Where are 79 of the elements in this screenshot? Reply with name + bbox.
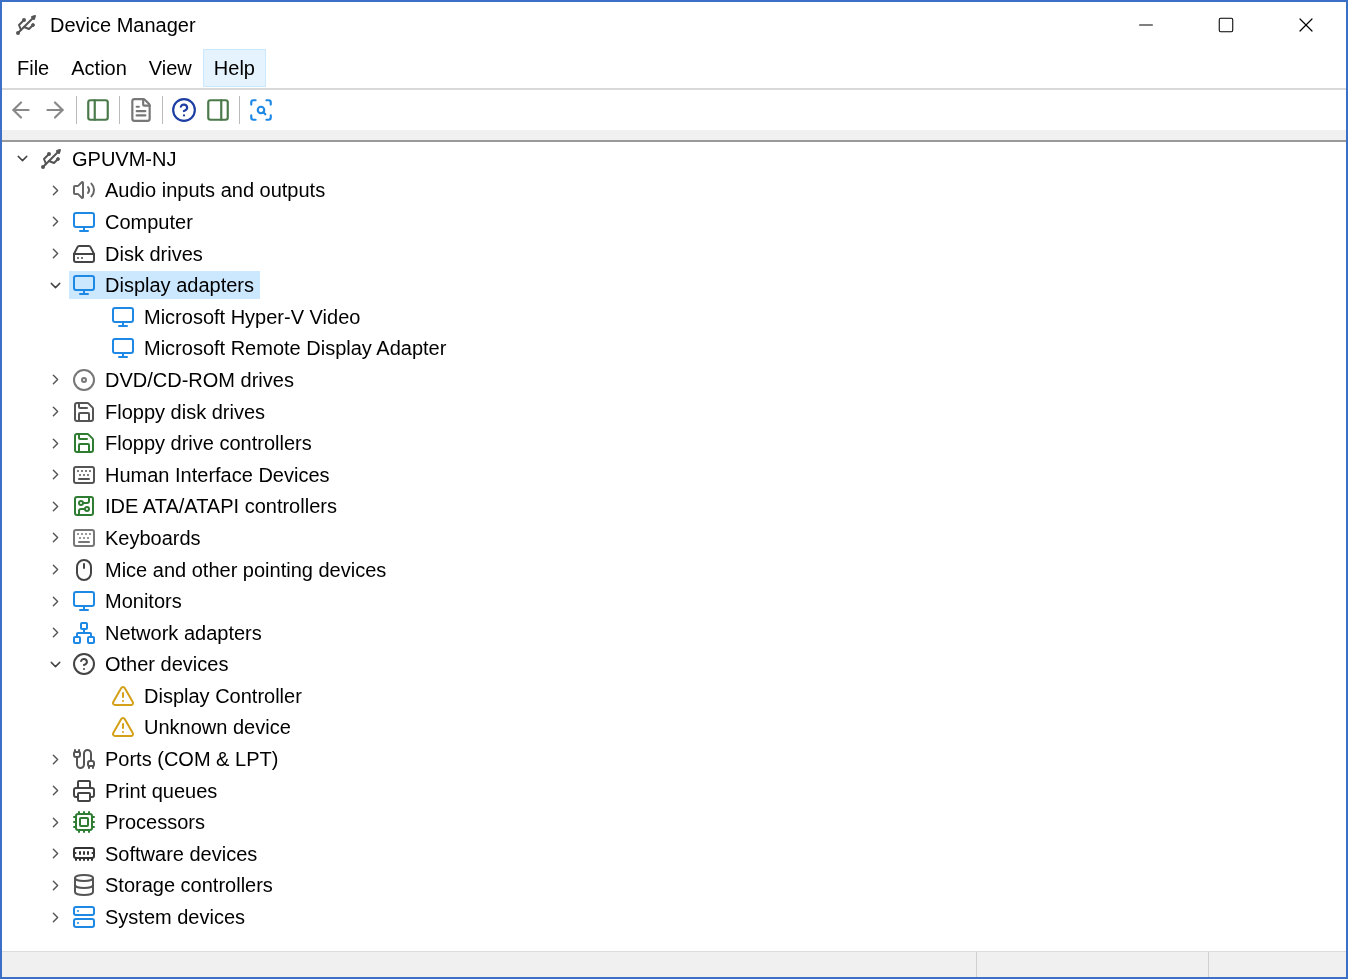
- warning-icon: [111, 683, 135, 708]
- window-title: Device Manager: [50, 13, 196, 38]
- tree-item[interactable]: Storage controllers: [69, 871, 279, 900]
- tree-item-label: Human Interface Devices: [105, 462, 330, 488]
- menu-item[interactable]: View: [137, 49, 203, 87]
- tree-item-label: System devices: [105, 905, 246, 931]
- tree-item-label: Network adapters: [105, 620, 262, 646]
- tree-item[interactable]: Monitors: [69, 587, 188, 616]
- tree-item[interactable]: Display Controller: [108, 681, 308, 710]
- floppy-icon: [72, 431, 96, 456]
- tree-item[interactable]: IDE ATA/ATAPI controllers: [69, 492, 343, 521]
- scan-hardware-button[interactable]: [248, 97, 274, 123]
- floppy-icon: [72, 399, 96, 424]
- tree-item-label: Audio inputs and outputs: [105, 178, 326, 204]
- tree-item-label: GPUVM-NJ: [72, 146, 177, 172]
- properties-button[interactable]: [128, 97, 154, 123]
- tree-item-label: Ports (COM & LPT): [105, 747, 279, 773]
- tree-item[interactable]: Print queues: [69, 776, 224, 805]
- help-button[interactable]: [171, 97, 197, 123]
- tree-item-label: Print queues: [105, 778, 218, 804]
- menu-item[interactable]: File: [6, 49, 61, 87]
- tree-item[interactable]: Processors: [69, 808, 212, 837]
- tree-item[interactable]: DVD/CD-ROM drives: [69, 365, 300, 394]
- disc-icon: [72, 367, 96, 392]
- tree-item-label: Software devices: [105, 841, 258, 867]
- tree-item[interactable]: Display adapters: [69, 271, 260, 300]
- monitor-icon: [72, 589, 96, 614]
- question-icon: [72, 652, 96, 677]
- tree-item[interactable]: Software devices: [69, 839, 264, 868]
- monitor-icon: [111, 336, 135, 361]
- tree-item-label: Floppy drive controllers: [105, 431, 312, 457]
- tree-item[interactable]: GPUVM-NJ: [36, 144, 183, 173]
- tree-item[interactable]: Unknown device: [108, 713, 297, 742]
- tree-item[interactable]: Floppy disk drives: [69, 397, 272, 426]
- tree-item-label: Display adapters: [105, 273, 254, 299]
- tree-item-label: Display Controller: [144, 683, 302, 709]
- tree-item[interactable]: Microsoft Hyper-V Video: [108, 302, 367, 331]
- tree-item[interactable]: Microsoft Remote Display Adapter: [108, 334, 453, 363]
- tree-item[interactable]: Keyboards: [69, 523, 207, 552]
- tree-item-label: Microsoft Hyper-V Video: [144, 304, 361, 330]
- network-icon: [72, 620, 96, 645]
- show-hide-tree-button[interactable]: [85, 97, 111, 123]
- tree-item-label: Storage controllers: [105, 873, 273, 899]
- tree-item-label: Floppy disk drives: [105, 399, 266, 425]
- tree-item-label: Mice and other pointing devices: [105, 557, 387, 583]
- tree-item-label: DVD/CD-ROM drives: [105, 367, 294, 393]
- tree-item[interactable]: Floppy drive controllers: [69, 429, 318, 458]
- circuit-board-icon: [72, 494, 96, 519]
- tree-item-label: Disk drives: [105, 241, 203, 267]
- storage-icon: [72, 873, 96, 898]
- monitor-icon: [111, 304, 135, 329]
- menu-item[interactable]: Action: [60, 49, 138, 87]
- tree-item[interactable]: Disk drives: [69, 239, 209, 268]
- tree-item-label: Monitors: [105, 589, 182, 615]
- tree-item-label: IDE ATA/ATAPI controllers: [105, 494, 337, 520]
- warning-icon: [111, 715, 135, 740]
- tree-item-label: Processors: [105, 810, 206, 836]
- tree-item[interactable]: Mice and other pointing devices: [69, 555, 393, 584]
- tree-item[interactable]: System devices: [69, 903, 252, 932]
- tree-item-label: Microsoft Remote Display Adapter: [144, 336, 447, 362]
- plug-icon: [72, 747, 96, 772]
- maximize-icon[interactable]: [1217, 16, 1235, 34]
- tree-item[interactable]: Network adapters: [69, 618, 268, 647]
- tree-item[interactable]: Audio inputs and outputs: [69, 176, 332, 205]
- tree-item-label: Other devices: [105, 652, 229, 678]
- printer-icon: [72, 778, 96, 803]
- chip-icon: [72, 810, 96, 835]
- menu-item[interactable]: Help: [202, 49, 266, 87]
- show-action-pane-button[interactable]: [205, 97, 231, 123]
- monitor-icon: [72, 273, 96, 298]
- tree-item[interactable]: Ports (COM & LPT): [69, 745, 285, 774]
- tree-item-label: Keyboards: [105, 525, 201, 551]
- tree-item-label: Computer: [105, 210, 193, 235]
- app-icon: [14, 13, 38, 37]
- tree-item[interactable]: Human Interface Devices: [69, 460, 336, 489]
- tree-item[interactable]: Computer: [69, 208, 199, 236]
- monitor-icon: [72, 210, 96, 234]
- tree-item-label: Unknown device: [144, 715, 291, 741]
- tree-item[interactable]: Other devices: [69, 650, 235, 679]
